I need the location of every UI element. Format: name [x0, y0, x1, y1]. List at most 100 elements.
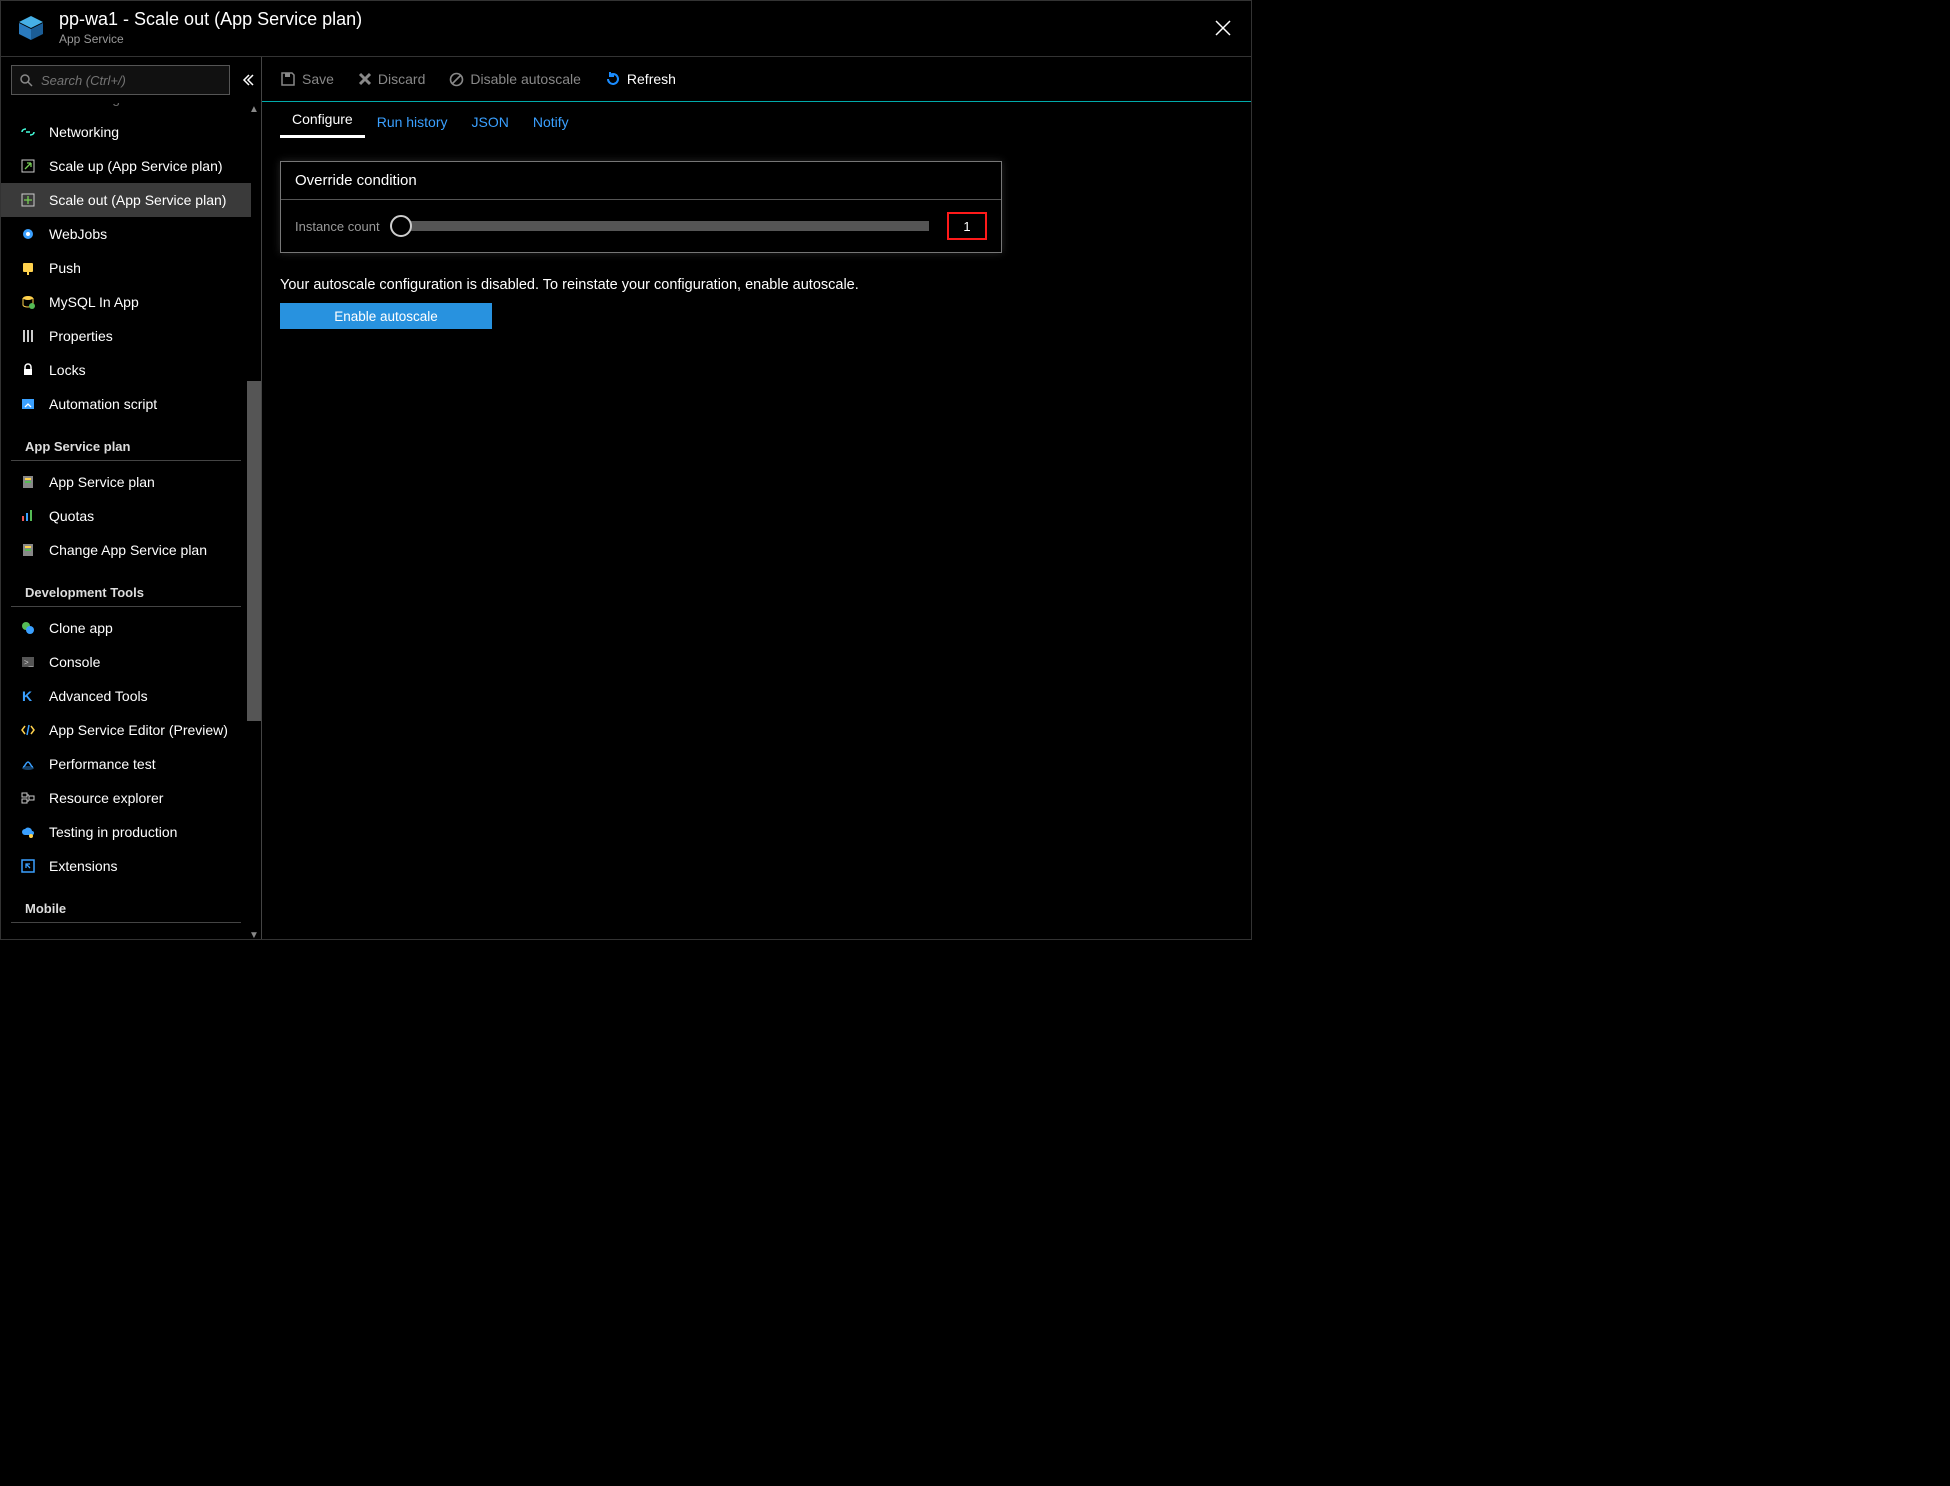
- slider-track[interactable]: [396, 221, 929, 231]
- nav-item-label: Resource explorer: [49, 790, 163, 806]
- nav-item-label: Automation script: [49, 396, 157, 412]
- tab-configure[interactable]: Configure: [280, 103, 365, 138]
- nav-item-label: Console: [49, 654, 100, 670]
- nav-item-networking[interactable]: Networking: [1, 115, 251, 149]
- term-icon: >_: [17, 654, 39, 670]
- nav-item-automation-script[interactable]: Automation script: [1, 387, 251, 421]
- nav-list: SSL settings Networking Scale up (App Serv…: [1, 103, 261, 923]
- save-label: Save: [302, 71, 334, 87]
- nav-item-label: App Service plan: [49, 474, 155, 490]
- tab-notify[interactable]: Notify: [521, 106, 581, 138]
- nav-item-label: Testing in production: [49, 824, 177, 840]
- section-mobile: Mobile: [11, 883, 241, 923]
- nav-item-scale-out-app-service-plan-[interactable]: Scale out (App Service plan): [1, 183, 251, 217]
- nav-item-clone-app[interactable]: Clone app: [1, 611, 251, 645]
- nav-item-label: App Service Editor (Preview): [49, 722, 228, 738]
- main-content: Save Discard Disable autoscale Refresh C…: [262, 57, 1251, 939]
- section-app-service-plan: App Service plan: [11, 421, 241, 461]
- scaleup-icon: [17, 158, 39, 174]
- nav-item-performance-test[interactable]: Performance test: [1, 747, 251, 781]
- refresh-icon: [605, 71, 621, 87]
- close-button[interactable]: [1211, 16, 1235, 40]
- scrollbar[interactable]: ▲ ▼: [247, 103, 261, 723]
- discard-icon: [358, 72, 372, 86]
- nav-item-label: Change App Service plan: [49, 542, 207, 558]
- cloud-icon: [17, 824, 39, 840]
- perf-icon: [17, 756, 39, 772]
- nav-item-label: Locks: [49, 362, 86, 378]
- nav-item-push[interactable]: Push: [1, 251, 251, 285]
- push-icon: [17, 260, 39, 276]
- blade-header: pp-wa1 - Scale out (App Service plan) Ap…: [1, 1, 1251, 57]
- blade-icon: [15, 12, 47, 44]
- nav-item-quotas[interactable]: Quotas: [1, 499, 251, 533]
- nav-item-extensions[interactable]: Extensions: [1, 849, 251, 883]
- section-development-tools: Development Tools: [11, 567, 241, 607]
- code-icon: [17, 722, 39, 738]
- scroll-down-arrow[interactable]: ▼: [247, 929, 261, 939]
- nav-item-label: SSL settings: [49, 103, 127, 106]
- nav-item-label: Performance test: [49, 756, 156, 772]
- clone-icon: [17, 620, 39, 636]
- search-input[interactable]: [39, 72, 221, 89]
- nav-item-label: Scale out (App Service plan): [49, 192, 226, 208]
- disable-autoscale-button[interactable]: Disable autoscale: [449, 71, 581, 87]
- enable-autoscale-button[interactable]: Enable autoscale: [280, 303, 492, 329]
- save-button[interactable]: Save: [280, 71, 334, 87]
- nav-item-label: Advanced Tools: [49, 688, 148, 704]
- nav-item-truncated[interactable]: SSL settings: [1, 103, 251, 115]
- scroll-up-arrow[interactable]: ▲: [247, 103, 261, 117]
- tab-bar: Configure Run history JSON Notify: [262, 102, 1251, 139]
- override-title: Override condition: [281, 162, 1001, 200]
- nav-item-label: Networking: [49, 124, 119, 140]
- instance-count-slider[interactable]: [390, 221, 947, 231]
- title-block: pp-wa1 - Scale out (App Service plan) Ap…: [59, 9, 362, 46]
- k-icon: K: [17, 688, 39, 704]
- nav-item-app-service-editor-preview-[interactable]: App Service Editor (Preview): [1, 713, 251, 747]
- sidebar: SSL settings Networking Scale up (App Serv…: [1, 57, 262, 939]
- ext-icon: [17, 858, 39, 874]
- disable-label: Disable autoscale: [470, 71, 581, 87]
- nav-item-app-service-plan[interactable]: App Service plan: [1, 465, 251, 499]
- override-condition-panel: Override condition Instance count 1: [280, 161, 1002, 253]
- nav-item-label: Extensions: [49, 858, 117, 874]
- nav-item-locks[interactable]: Locks: [1, 353, 251, 387]
- mysql-icon: [17, 294, 39, 310]
- blade-title: pp-wa1 - Scale out (App Service plan): [59, 9, 362, 30]
- nav-item-label: Push: [49, 260, 81, 276]
- nav-item-label: MySQL In App: [49, 294, 139, 310]
- discard-button[interactable]: Discard: [358, 71, 425, 87]
- blade-subtitle: App Service: [59, 32, 362, 46]
- nav-item-properties[interactable]: Properties: [1, 319, 251, 353]
- script-icon: [17, 396, 39, 412]
- nav-item-mysql-in-app[interactable]: MySQL In App: [1, 285, 251, 319]
- nav-item-label: WebJobs: [49, 226, 107, 242]
- lock-icon: [17, 362, 39, 378]
- search-box[interactable]: [11, 65, 230, 95]
- nav-item-label: Properties: [49, 328, 113, 344]
- disable-icon: [449, 72, 464, 87]
- tab-run-history[interactable]: Run history: [365, 106, 460, 138]
- autoscale-disabled-message: Your autoscale configuration is disabled…: [280, 277, 1251, 293]
- nav-item-change-app-service-plan[interactable]: Change App Service plan: [1, 533, 251, 567]
- nav-item-console[interactable]: >_ Console: [1, 645, 251, 679]
- nav-item-scale-up-app-service-plan-[interactable]: Scale up (App Service plan): [1, 149, 251, 183]
- collapse-sidebar-button[interactable]: [240, 73, 254, 87]
- slider-knob[interactable]: [390, 215, 412, 237]
- refresh-label: Refresh: [627, 71, 676, 87]
- nav-item-webjobs[interactable]: WebJobs: [1, 217, 251, 251]
- nav-item-resource-explorer[interactable]: Resource explorer: [1, 781, 251, 815]
- nav-item-label: Scale up (App Service plan): [49, 158, 223, 174]
- props-icon: [17, 328, 39, 344]
- toolbar: Save Discard Disable autoscale Refresh: [262, 57, 1251, 102]
- instance-count-label: Instance count: [295, 219, 390, 234]
- nav-item-testing-in-production[interactable]: Testing in production: [1, 815, 251, 849]
- search-icon: [20, 74, 33, 87]
- refresh-button[interactable]: Refresh: [605, 71, 676, 87]
- nav-item-label: Clone app: [49, 620, 113, 636]
- nav-item-advanced-tools[interactable]: K Advanced Tools: [1, 679, 251, 713]
- stack-icon: [17, 542, 39, 558]
- tab-json[interactable]: JSON: [460, 106, 521, 138]
- scroll-thumb[interactable]: [247, 381, 261, 721]
- instance-count-value[interactable]: 1: [947, 212, 987, 240]
